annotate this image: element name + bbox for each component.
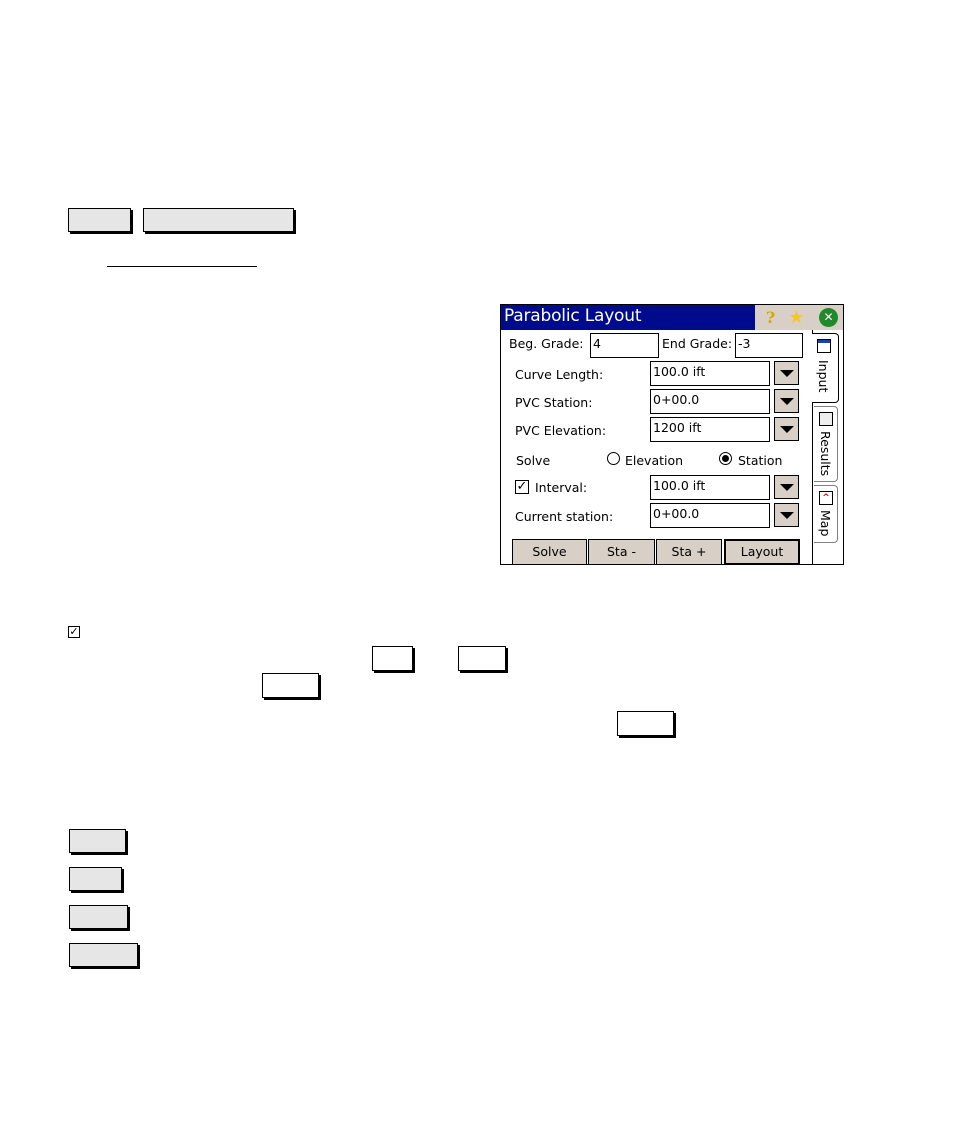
pvc-elevation-input[interactable]: 1200 ift xyxy=(650,417,770,442)
curve-length-label: Curve Length: xyxy=(515,367,604,382)
curve-length-dropdown[interactable] xyxy=(774,361,799,385)
beg-grade-input[interactable]: 4 xyxy=(590,333,659,358)
list-button-1[interactable] xyxy=(69,829,126,853)
favorite-star-icon[interactable]: ★ xyxy=(787,308,806,327)
current-station-dropdown[interactable] xyxy=(774,503,799,527)
end-grade-input[interactable]: -3 xyxy=(735,333,803,358)
pvc-station-dropdown[interactable] xyxy=(774,389,799,413)
current-station-input[interactable]: 0+00.0 xyxy=(650,503,770,528)
radio-elevation[interactable] xyxy=(607,452,620,465)
title-bar: Parabolic Layout ? ★ ✕ xyxy=(501,305,843,330)
inline-button-2[interactable] xyxy=(458,646,506,671)
side-tabs: Input Results ^ Map xyxy=(812,330,843,564)
window-title: Parabolic Layout xyxy=(504,306,642,326)
checkbox-icon: ✓ xyxy=(68,625,80,638)
inline-button-4[interactable] xyxy=(617,711,674,736)
list-button-2[interactable] xyxy=(69,867,122,891)
tab-map-label: Map xyxy=(818,510,833,537)
tab-results-label: Results xyxy=(818,431,833,477)
layout-button[interactable]: Layout xyxy=(724,539,800,564)
curve-length-input[interactable]: 100.0 ift xyxy=(650,361,770,386)
underline-link[interactable] xyxy=(107,266,257,267)
interval-dropdown[interactable] xyxy=(774,475,799,499)
input-tab-icon xyxy=(817,339,831,353)
doc-button-2[interactable] xyxy=(143,208,294,232)
end-grade-label: End Grade: xyxy=(662,336,733,351)
map-tab-icon: ^ xyxy=(819,491,833,505)
tab-map[interactable]: ^ Map xyxy=(814,485,838,543)
list-button-4[interactable] xyxy=(69,943,138,967)
interval-label: Interval: xyxy=(535,480,588,495)
radio-station[interactable] xyxy=(719,452,732,465)
tab-results[interactable]: Results xyxy=(814,406,838,482)
device-screenshot: Parabolic Layout ? ★ ✕ Beg. Grade: 4 End… xyxy=(500,304,844,565)
doc-button-1[interactable] xyxy=(68,208,131,232)
interval-checkbox[interactable]: ✓ xyxy=(515,480,529,494)
interval-input[interactable]: 100.0 ift xyxy=(650,475,770,500)
results-tab-icon xyxy=(819,412,833,426)
current-station-label: Current station: xyxy=(515,509,614,524)
title-icons: ? ★ ✕ xyxy=(755,305,843,330)
pvc-station-input[interactable]: 0+00.0 xyxy=(650,389,770,414)
pvc-elevation-label: PVC Elevation: xyxy=(515,423,607,438)
pvc-station-label: PVC Station: xyxy=(515,395,593,410)
inline-button-1[interactable] xyxy=(372,646,413,671)
close-icon[interactable]: ✕ xyxy=(819,308,838,327)
beg-grade-label: Beg. Grade: xyxy=(509,336,584,351)
solve-label: Solve xyxy=(516,453,551,468)
tab-input[interactable]: Input xyxy=(812,333,839,403)
help-icon[interactable]: ? xyxy=(761,308,780,327)
radio-station-label[interactable]: Station xyxy=(738,453,782,468)
tab-input-label: Input xyxy=(816,360,831,393)
sta-plus-button[interactable]: Sta + xyxy=(656,539,722,564)
inline-button-3[interactable] xyxy=(262,673,319,698)
list-button-3[interactable] xyxy=(69,905,128,929)
pvc-elevation-dropdown[interactable] xyxy=(774,417,799,441)
sta-minus-button[interactable]: Sta - xyxy=(588,539,655,564)
solve-button[interactable]: Solve xyxy=(512,539,587,564)
radio-elevation-label[interactable]: Elevation xyxy=(625,453,683,468)
